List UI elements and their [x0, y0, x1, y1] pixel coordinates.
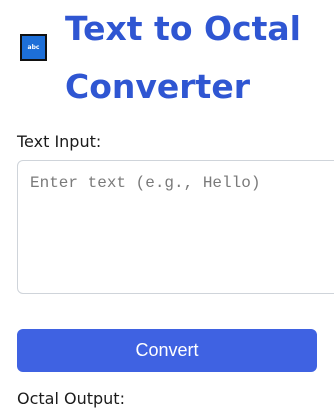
convert-button[interactable]: Convert [17, 329, 317, 372]
page-title: Text to Octal Converter [65, 9, 301, 106]
header: abc Text to Octal Converter [20, 0, 334, 108]
text-input-field[interactable] [17, 160, 334, 294]
logo-icon: abc [20, 34, 47, 61]
page: abc Text to Octal Converter Text Input: … [0, 0, 334, 412]
logo-text: abc [27, 44, 40, 51]
text-input-label: Text Input: [17, 132, 102, 151]
octal-output-label: Octal Output: [17, 389, 125, 408]
